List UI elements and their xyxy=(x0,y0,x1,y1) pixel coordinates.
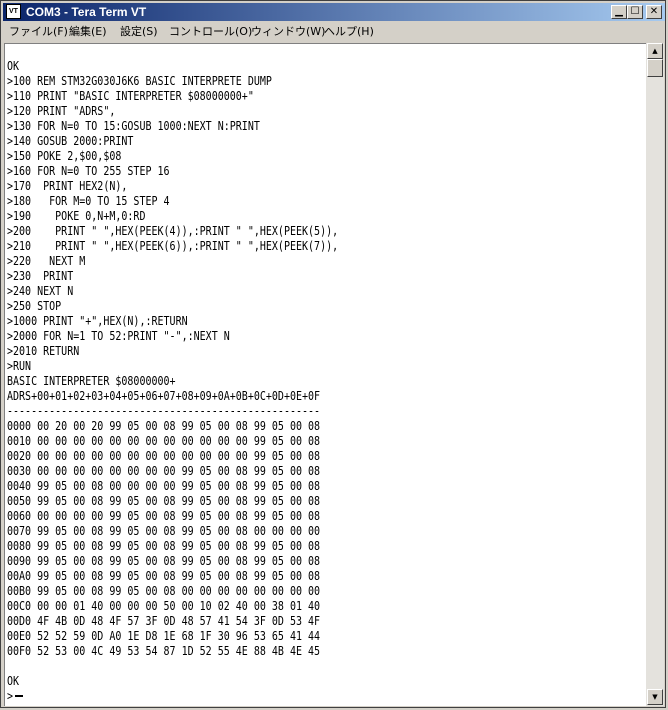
terminal-line: 0070 99 05 00 08 99 05 00 08 99 05 00 08… xyxy=(7,523,321,538)
menu-help[interactable]: ヘルプ(H) xyxy=(324,22,374,41)
terminal-line: >220 NEXT M xyxy=(7,253,86,268)
terminal-line: OK xyxy=(7,58,20,73)
terminal-line: 00E0 52 52 59 0D A0 1E D8 1E 68 1F 30 96… xyxy=(7,628,321,643)
terminal-line: OK xyxy=(7,673,20,688)
terminal-line: >RUN xyxy=(7,358,32,373)
terminal-line: >110 PRINT "BASIC INTERPRETER $08000000+… xyxy=(7,88,254,103)
terminal-line: >1000 PRINT "+",HEX(N),:RETURN xyxy=(7,313,188,328)
menu-window[interactable]: ウィンドウ(W) xyxy=(251,22,325,41)
terminal-line: 0090 99 05 00 08 99 05 00 08 99 05 00 08… xyxy=(7,553,321,568)
scroll-up-button[interactable]: ▲ xyxy=(647,43,663,59)
menu-control[interactable]: コントロール(O) xyxy=(169,22,252,41)
close-button[interactable]: ✕ xyxy=(646,5,662,19)
terminal-line: >2000 FOR N=1 TO 52:PRINT "-",:NEXT N xyxy=(7,328,230,343)
terminal-line: 0000 00 20 00 20 99 05 00 08 99 05 00 08… xyxy=(7,418,321,433)
terminal-line: >160 FOR N=0 TO 255 STEP 16 xyxy=(7,163,170,178)
minimize-button[interactable]: ▁ xyxy=(611,5,627,19)
terminal-line: >130 FOR N=0 TO 15:GOSUB 1000:NEXT N:PRI… xyxy=(7,118,260,133)
terminal-line: >100 REM STM32G030J6K6 BASIC INTERPRETE … xyxy=(7,73,272,88)
teraterm-app-icon[interactable]: VT xyxy=(6,4,21,19)
terminal-line: 0020 00 00 00 00 00 00 00 00 00 00 00 00… xyxy=(7,448,321,463)
terminal-line: 0030 00 00 00 00 00 00 00 00 99 05 00 08… xyxy=(7,463,321,478)
scroll-down-button[interactable]: ▼ xyxy=(647,689,663,705)
maximize-icon: ☐ xyxy=(630,6,640,17)
terminal-window: VT COM3 - Tera Term VT ▁ ☐ ✕ ファイル(F) 編集(… xyxy=(0,0,666,708)
menu-edit[interactable]: 編集(E) xyxy=(69,22,107,41)
terminal-line: >200 PRINT " ",HEX(PEEK(4)),:PRINT " ",H… xyxy=(7,223,339,238)
terminal-line: 00D0 4F 4B 0D 48 4F 57 3F 0D 48 57 41 54… xyxy=(7,613,321,628)
terminal-line: 0050 99 05 00 08 99 05 00 08 99 05 00 08… xyxy=(7,493,321,508)
arrow-up-icon: ▲ xyxy=(652,47,658,55)
terminal-output: OK >100 REM STM32G030J6K6 BASIC INTERPRE… xyxy=(7,58,338,703)
terminal-line: 0080 99 05 00 08 99 05 00 08 99 05 00 08… xyxy=(7,538,321,553)
terminal-line: >150 POKE 2,$00,$08 xyxy=(7,148,122,163)
terminal-line: >190 POKE 0,N+M,0:RD xyxy=(7,208,146,223)
terminal-line: >2010 RETURN xyxy=(7,343,80,358)
terminal-line: ADRS+00+01+02+03+04+05+06+07+08+09+0A+0B… xyxy=(7,388,321,403)
terminal-line: >170 PRINT HEX2(N), xyxy=(7,178,128,193)
terminal-line: BASIC INTERPRETER $08000000+ xyxy=(7,373,176,388)
terminal-line: >140 GOSUB 2000:PRINT xyxy=(7,133,134,148)
menu-file[interactable]: ファイル(F) xyxy=(9,22,68,41)
terminal-screen[interactable]: OK >100 REM STM32G030J6K6 BASIC INTERPRE… xyxy=(4,43,646,706)
scroll-thumb[interactable] xyxy=(647,59,663,77)
terminal-line: 0010 00 00 00 00 00 00 00 00 00 00 00 00… xyxy=(7,433,321,448)
menu-setup[interactable]: 設定(S) xyxy=(120,22,158,41)
terminal-line: >250 STOP xyxy=(7,298,62,313)
terminal-line: 0040 99 05 00 08 00 00 00 00 99 05 00 08… xyxy=(7,478,321,493)
terminal-line: >240 NEXT N xyxy=(7,283,74,298)
terminal-line: ----------------------------------------… xyxy=(7,403,321,418)
terminal-line: 00F0 52 53 00 4C 49 53 54 87 1D 52 55 4E… xyxy=(7,643,321,658)
terminal-line: 00C0 00 00 01 40 00 00 00 50 00 10 02 40… xyxy=(7,598,321,613)
arrow-down-icon: ▼ xyxy=(652,693,658,701)
text-cursor xyxy=(15,695,23,697)
terminal-line: >230 PRINT xyxy=(7,268,74,283)
title-bar[interactable]: VT COM3 - Tera Term VT ▁ ☐ ✕ xyxy=(3,3,665,21)
terminal-line: >180 FOR M=0 TO 15 STEP 4 xyxy=(7,193,170,208)
terminal-line: 0060 00 00 00 00 99 05 00 08 99 05 00 08… xyxy=(7,508,321,523)
terminal-line: > xyxy=(7,688,14,703)
minimize-icon: ▁ xyxy=(615,6,623,17)
terminal-line: >120 PRINT "ADRS", xyxy=(7,103,116,118)
terminal-line: 00B0 99 05 00 08 99 05 00 08 00 00 00 00… xyxy=(7,583,321,598)
terminal-line: >210 PRINT " ",HEX(PEEK(6)),:PRINT " ",H… xyxy=(7,238,339,253)
vertical-scrollbar[interactable]: ▲ ▼ xyxy=(646,43,664,706)
maximize-button[interactable]: ☐ xyxy=(627,5,643,19)
terminal-line: 00A0 99 05 00 08 99 05 00 08 99 05 00 08… xyxy=(7,568,321,583)
window-title: COM3 - Tera Term VT xyxy=(26,5,147,19)
menu-bar: ファイル(F) 編集(E) 設定(S) コントロール(O) ウィンドウ(W) ヘ… xyxy=(3,22,665,41)
close-icon: ✕ xyxy=(649,6,659,17)
